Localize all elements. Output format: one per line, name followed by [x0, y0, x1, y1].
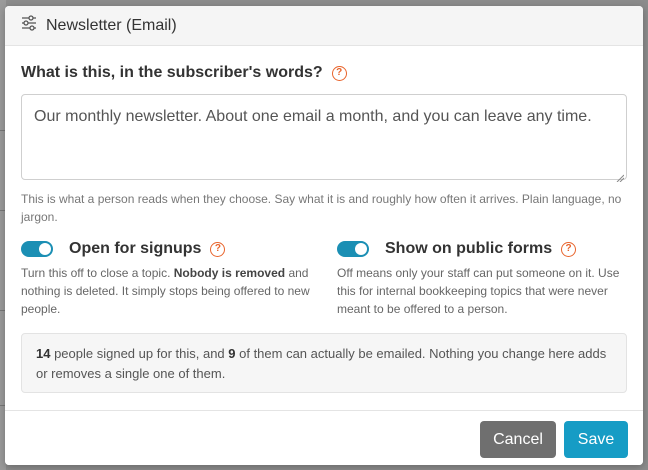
description-label: What is this, in the subscriber's words?… — [21, 64, 627, 82]
save-button[interactable]: Save — [564, 421, 628, 458]
public-forms-toggle-switch[interactable] — [337, 241, 369, 257]
signups-toggle-label: Open for signups — [69, 240, 202, 257]
sliders-icon — [20, 14, 38, 37]
signed-up-count: 14 — [36, 346, 51, 361]
dialog-footer: Cancel Save — [5, 410, 643, 465]
description-textarea[interactable]: Our monthly newsletter. About one email … — [21, 94, 627, 180]
emailable-count: 9 — [228, 346, 236, 361]
topic-edit-dialog: Newsletter (Email) What is this, in the … — [5, 6, 643, 465]
signups-toggle-switch[interactable] — [21, 241, 53, 257]
help-icon[interactable]: ? — [210, 241, 226, 257]
signups-toggle-group: Open for signups ? Turn this off to clos… — [21, 240, 337, 318]
description-hint: This is what a person reads when they ch… — [21, 192, 622, 224]
dialog-body: What is this, in the subscriber's words?… — [5, 46, 643, 393]
signups-description: Turn this off to close a topic. Nobody i… — [21, 264, 337, 318]
public-forms-toggle-label: Show on public forms — [385, 240, 553, 257]
resize-handle-icon[interactable] — [616, 174, 624, 182]
public-forms-description: Off means only your staff can put someon… — [337, 266, 620, 316]
help-icon[interactable]: ? — [561, 241, 577, 257]
cancel-button[interactable]: Cancel — [480, 421, 556, 458]
dialog-title: Newsletter (Email) — [46, 16, 177, 34]
signups-desc-bold: Nobody is removed — [173, 266, 286, 280]
help-icon[interactable]: ? — [331, 65, 347, 81]
dialog-header: Newsletter (Email) — [5, 6, 643, 46]
subscriber-info-box: 14 people signed up for this, and 9 of t… — [21, 333, 627, 393]
signups-desc-part: Turn this off to close a topic. — [21, 266, 174, 280]
toggle-section: Open for signups ? Turn this off to clos… — [21, 240, 627, 318]
description-label-text: What is this, in the subscriber's words? — [21, 64, 323, 81]
info-text: people signed up for this, and — [50, 346, 229, 361]
public-forms-toggle-group: Show on public forms ? Off means only yo… — [337, 240, 627, 318]
